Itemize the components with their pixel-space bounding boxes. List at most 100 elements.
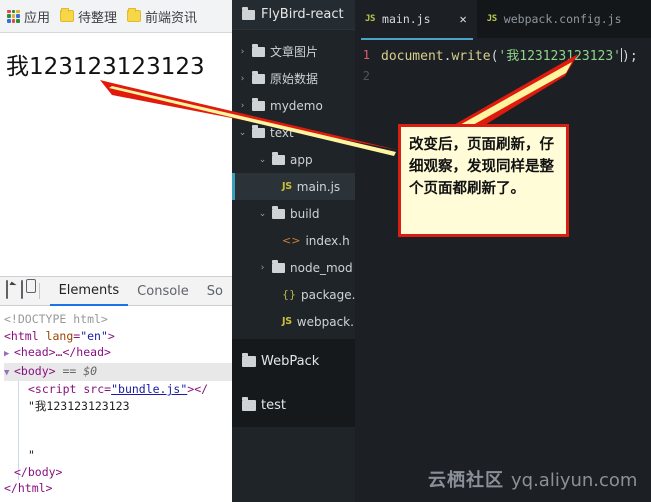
bookmark-apps-label: 应用 xyxy=(24,10,51,26)
tree-item-wenzhangtupian[interactable]: › 文章图片 xyxy=(232,38,355,65)
bookmark-daizhengli[interactable]: 待整理 xyxy=(58,5,119,27)
file-tree-panel: FlyBird-react › 文章图片 › 原始数据 › mydemo ⌄ t xyxy=(232,0,355,502)
folder-icon xyxy=(272,151,285,165)
devtools-toolbar: Elements Console So xyxy=(0,277,232,306)
tree-item-webpack-config[interactable]: JS webpack. xyxy=(232,308,355,335)
dom-tree: <!DOCTYPE html> <html lang="en"> ▶ <head>… xyxy=(0,306,232,497)
collapse-triangle-icon[interactable]: ▼ xyxy=(4,365,14,382)
js-file-icon: JS xyxy=(486,14,497,24)
code-editor-panel: JS main.js ✕ JS webpack.config.js 1 docu… xyxy=(355,0,651,502)
tab-console[interactable]: Console xyxy=(128,277,198,306)
chevron-right-icon[interactable]: › xyxy=(238,101,247,111)
tree-item-label: webpack. xyxy=(296,314,354,329)
devtools-tabs: Elements Console So xyxy=(49,277,232,306)
watermark-cn: 云栖社区 xyxy=(428,470,504,491)
head-collapsed: <head>…</head> xyxy=(14,345,111,359)
tree-item-main-js[interactable]: JS main.js xyxy=(232,173,355,200)
tree-item-label: 文章图片 xyxy=(270,45,319,59)
js-file-icon: JS xyxy=(282,316,292,327)
active-line-indicator xyxy=(361,38,473,40)
dom-script: <script src="bundle.js"></ xyxy=(4,381,232,398)
close-icon[interactable]: ✕ xyxy=(460,12,467,26)
selected-node-marker: == $0 xyxy=(62,363,98,378)
code-method: write xyxy=(451,49,491,64)
project-title: FlyBird-react xyxy=(261,7,344,22)
devtools-panel: Elements Console So <!DOCTYPE html> <htm… xyxy=(0,276,232,502)
tree-item-node-modules[interactable]: › node_mod xyxy=(232,254,355,281)
bookmark-qianduan[interactable]: 前端资讯 xyxy=(125,5,199,27)
editor-tab-label: main.js xyxy=(382,12,431,26)
editor-tab-label: webpack.config.js xyxy=(503,12,622,26)
tree-section-webpack: WebPack test xyxy=(232,339,355,427)
tree-root-webpack[interactable]: WebPack xyxy=(232,339,355,383)
folder-icon xyxy=(242,396,256,411)
js-file-icon: JS xyxy=(365,14,376,24)
code-content[interactable]: 1 document.write('我123123123123'); 2 xyxy=(355,38,651,502)
watermark-url: yq.aliyun.com xyxy=(511,470,638,491)
browser-window: 应用 待整理 前端资讯 我123123123123 Elements Conso… xyxy=(0,0,232,502)
doctype-text: <!DOCTYPE html> xyxy=(4,312,108,326)
html-file-icon: <> xyxy=(282,234,301,247)
tree-item-label: node_mod xyxy=(290,260,353,275)
tree-item-mydemo[interactable]: › mydemo xyxy=(232,92,355,119)
folder-icon xyxy=(272,205,285,219)
editor-tab-webpack-config[interactable]: JS webpack.config.js xyxy=(476,0,632,38)
html-close-bracket: > xyxy=(107,328,115,343)
editor-tab-main-js[interactable]: JS main.js ✕ xyxy=(355,0,477,38)
tree-items: › 文章图片 › 原始数据 › mydemo ⌄ text ⌄ app JS m… xyxy=(232,30,355,335)
folder-icon xyxy=(252,124,265,138)
watermark: 云栖社区 yq.aliyun.com xyxy=(428,466,637,492)
code-string: '我123123123123' xyxy=(498,49,621,64)
tab-elements[interactable]: Elements xyxy=(49,277,129,306)
tree-item-index-html[interactable]: <> index.h xyxy=(232,227,355,254)
chevron-right-icon[interactable]: › xyxy=(238,47,247,57)
folder-icon xyxy=(252,43,265,57)
tree-root-test[interactable]: test xyxy=(232,383,355,427)
dom-body-open[interactable]: ▼ <body> == $0 xyxy=(4,362,232,382)
tree-item-app[interactable]: ⌄ app xyxy=(232,146,355,173)
dom-body-close: </body> xyxy=(4,464,232,481)
dom-head[interactable]: ▶ <head>…</head> xyxy=(4,344,232,363)
inspect-element-icon[interactable] xyxy=(6,280,14,301)
bookmark-daizhengli-label: 待整理 xyxy=(78,10,118,26)
tree-item-label: main.js xyxy=(296,179,341,194)
apps-grid-icon xyxy=(7,9,20,23)
annotation-callout: 改变后，页面刷新，仔细观察，发现同样是整个页面都刷新了。 xyxy=(398,124,569,237)
expand-triangle-icon[interactable]: ▶ xyxy=(4,346,14,363)
project-header[interactable]: FlyBird-react xyxy=(232,0,355,30)
dom-text-node-end: " xyxy=(4,447,232,464)
tree-item-label: index.h xyxy=(305,233,350,248)
tree-root-label: test xyxy=(261,397,286,413)
tree-item-label: 原始数据 xyxy=(270,72,319,86)
device-toolbar-icon[interactable] xyxy=(21,280,29,301)
html-tag: <html xyxy=(4,328,39,343)
tree-item-label: text xyxy=(270,125,294,140)
tree-item-yuanshishuju[interactable]: › 原始数据 xyxy=(232,65,355,92)
tree-item-build[interactable]: ⌄ build xyxy=(232,200,355,227)
code-line-2: 2 xyxy=(355,65,651,86)
folder-icon xyxy=(242,352,256,367)
chevron-right-icon[interactable]: › xyxy=(238,74,247,84)
html-close-tag: </html> xyxy=(4,481,53,495)
code-line-1: 1 document.write('我123123123123'); xyxy=(355,44,651,65)
chevron-down-icon[interactable]: ⌄ xyxy=(258,155,267,165)
tree-item-label: package.j xyxy=(301,287,355,302)
tree-root-label: WebPack xyxy=(261,353,320,369)
folder-icon xyxy=(242,6,255,20)
bookmarks-bar: 应用 待整理 前端资讯 xyxy=(0,0,232,33)
tree-item-text[interactable]: ⌄ text xyxy=(232,119,355,146)
dom-doctype: <!DOCTYPE html> xyxy=(4,311,232,328)
chevron-right-icon[interactable]: › xyxy=(258,263,267,273)
editor-tab-bar: JS main.js ✕ JS webpack.config.js xyxy=(355,0,651,38)
code-semicolon: ; xyxy=(629,49,638,64)
chevron-down-icon[interactable]: ⌄ xyxy=(238,128,247,138)
chevron-down-icon[interactable]: ⌄ xyxy=(258,209,267,219)
text-node-quote: " xyxy=(28,448,35,462)
body-close-tag: </body> xyxy=(14,464,63,479)
tree-item-package-json[interactable]: {} package.j xyxy=(232,281,355,308)
folder-icon xyxy=(252,97,265,111)
script-src-link[interactable]: "bundle.js" xyxy=(111,382,187,396)
folder-icon xyxy=(252,70,265,84)
bookmark-apps[interactable]: 应用 xyxy=(5,5,52,27)
tab-sources[interactable]: So xyxy=(198,277,232,306)
